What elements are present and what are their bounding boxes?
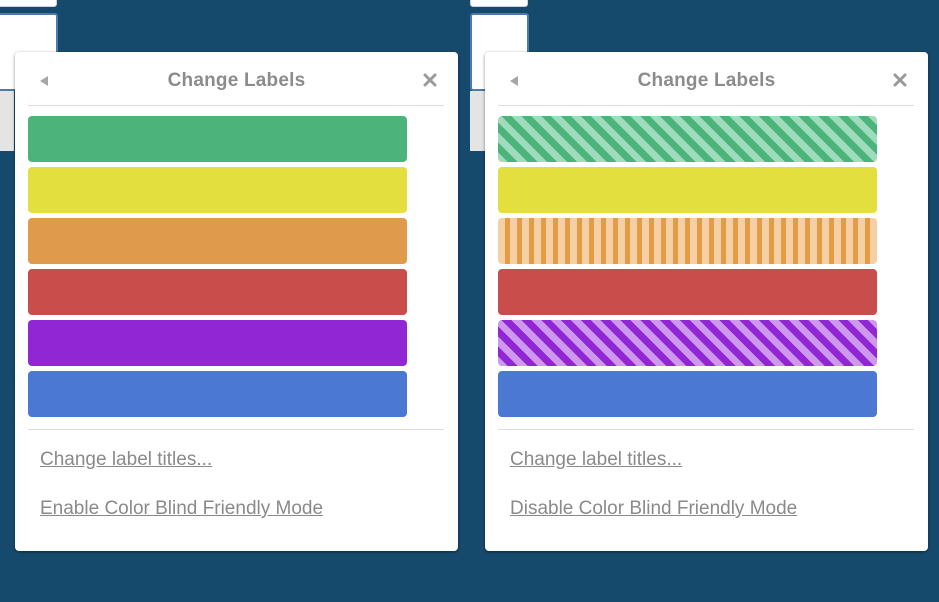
board-card-behind — [0, 0, 57, 7]
close-x-icon — [423, 73, 437, 87]
change-labels-popover-normal: Change Labels Change label titles... Ena… — [15, 52, 458, 551]
header-divider — [28, 105, 444, 106]
board-card-behind — [470, 0, 528, 7]
label-orange[interactable] — [498, 218, 877, 264]
label-purple[interactable] — [28, 320, 407, 366]
enable-color-blind-mode-link[interactable]: Enable Color Blind Friendly Mode — [40, 498, 323, 520]
label-green[interactable] — [28, 116, 407, 162]
change-label-titles-link[interactable]: Change label titles... — [510, 449, 797, 471]
label-orange[interactable] — [28, 218, 407, 264]
label-yellow[interactable] — [28, 167, 407, 213]
board-list-strip — [470, 91, 485, 151]
label-color-list — [498, 116, 877, 422]
board-list-strip — [0, 91, 14, 151]
popover-links: Change label titles... Enable Color Blin… — [40, 449, 323, 547]
close-x-icon — [893, 73, 907, 87]
footer-divider — [498, 429, 914, 430]
label-green[interactable] — [498, 116, 877, 162]
label-purple[interactable] — [498, 320, 877, 366]
label-color-list — [28, 116, 407, 422]
change-label-titles-link[interactable]: Change label titles... — [40, 449, 323, 471]
change-labels-popover-color-blind: Change Labels Change label titles... Dis… — [485, 52, 928, 551]
label-red[interactable] — [28, 269, 407, 315]
popover-links: Change label titles... Disable Color Bli… — [510, 449, 797, 547]
popover-header: Change Labels — [15, 52, 458, 105]
popover-header: Change Labels — [485, 52, 928, 105]
label-yellow[interactable] — [498, 167, 877, 213]
label-red[interactable] — [498, 269, 877, 315]
close-button[interactable] — [892, 72, 908, 88]
popover-title: Change Labels — [637, 70, 776, 91]
disable-color-blind-mode-link[interactable]: Disable Color Blind Friendly Mode — [510, 498, 797, 520]
footer-divider — [28, 429, 444, 430]
popover-title: Change Labels — [167, 70, 306, 91]
label-blue[interactable] — [28, 371, 407, 417]
label-blue[interactable] — [498, 371, 877, 417]
close-button[interactable] — [422, 72, 438, 88]
header-divider — [498, 105, 914, 106]
